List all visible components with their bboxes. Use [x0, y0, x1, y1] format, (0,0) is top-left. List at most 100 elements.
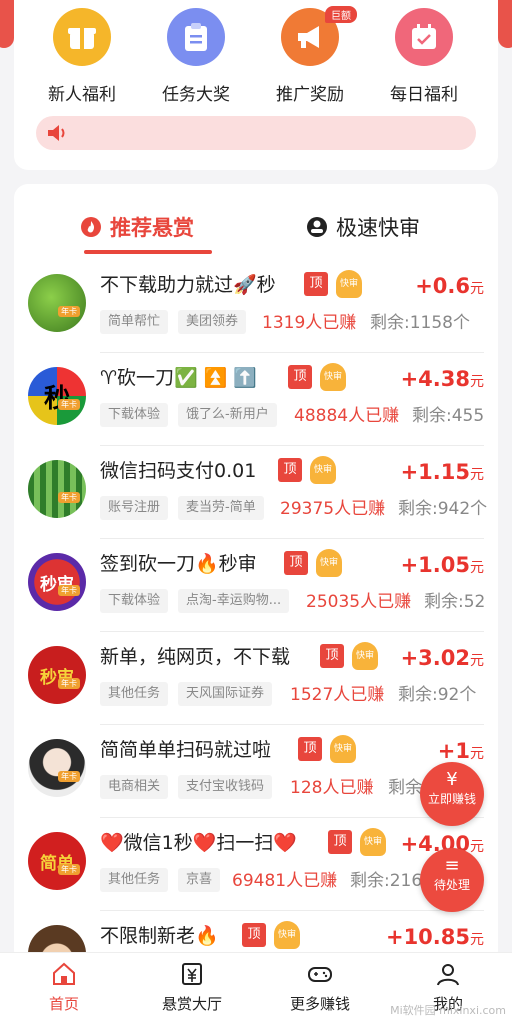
avatar-tag: 年卡	[58, 771, 80, 782]
task-tag: 京喜	[178, 868, 221, 892]
list-icon: ≡	[444, 855, 460, 876]
notice-bar[interactable]	[36, 116, 476, 150]
task-avatar	[28, 460, 86, 518]
pill-top-badge: 顶	[320, 644, 344, 668]
task-tag: 下载体验	[100, 403, 169, 427]
tab-label: 推荐悬赏	[110, 216, 194, 240]
task-row[interactable]: 秒审 年卡 新单，纯网页，不下载 顶 快审 +3.02元 其他任务 天风国际证券…	[14, 632, 498, 725]
tab-home[interactable]: 首页	[14, 961, 114, 1014]
task-tag: 天风国际证券	[178, 682, 273, 706]
pill-fast-review-badge: 快审	[320, 363, 346, 391]
gift-box-icon	[53, 8, 111, 66]
task-tag: 其他任务	[100, 868, 169, 892]
pill-fast-review-badge: 快审	[310, 456, 336, 484]
task-title: ♈砍一刀✅ ⏫ ⬆️	[100, 367, 258, 389]
quick-actions-card: 新人福利 任务大奖 巨额 推广奖励 每日福利	[14, 0, 498, 170]
task-price: +1.05元	[400, 553, 484, 577]
pill-top-badge: 顶	[288, 365, 312, 389]
task-remaining: 剩余:942个	[398, 499, 488, 519]
pill-fast-review-badge: 快审	[352, 642, 378, 670]
task-price: +10.85元	[385, 925, 484, 949]
quick-action-task-prize[interactable]: 任务大奖	[146, 8, 246, 105]
task-title: 微信扫码支付0.01	[100, 460, 257, 482]
task-tag: 麦当劳-简单	[178, 496, 264, 520]
task-row[interactable]: 年卡 微信扫码支付0.01 顶 快审 +1.15元 账号注册 麦当劳-简单 29…	[14, 446, 498, 539]
task-tag: 电商相关	[100, 775, 169, 799]
task-earned: 1527人已赚	[290, 685, 385, 705]
task-earned: 1319人已赚	[262, 313, 357, 333]
task-tag: 支付宝收钱码	[178, 775, 273, 799]
avatar-tag: 年卡	[58, 399, 80, 410]
tab-fast-review[interactable]: 极速快审	[306, 212, 420, 242]
user-circle-icon	[307, 217, 327, 237]
tab-label: 首页	[48, 995, 79, 1013]
task-title: 签到砍一刀🔥秒审	[100, 553, 257, 575]
top-accent-right	[498, 0, 512, 48]
task-row[interactable]: 秒 年卡 ♈砍一刀✅ ⏫ ⬆️ 顶 快审 +4.38元 下载体验 饿了么-新用户…	[14, 353, 498, 446]
tab-label: 更多赚钱	[289, 995, 350, 1013]
task-price: +1元	[437, 739, 484, 763]
task-avatar: 秒审	[28, 553, 86, 611]
yen-icon: ¥	[446, 769, 458, 790]
clipboard-icon	[167, 8, 225, 66]
tab-recommended[interactable]: 推荐悬赏	[80, 212, 194, 242]
earn-now-button[interactable]: ¥ 立即赚钱	[420, 762, 484, 826]
task-row[interactable]: 年卡 不下载助力就过🚀秒 顶 快审 +0.6元 简单帮忙 美团领券 1319人已…	[14, 260, 498, 353]
pill-top-badge: 顶	[278, 458, 302, 482]
quick-action-label: 推广奖励	[276, 85, 344, 105]
gamepad-icon	[308, 967, 332, 982]
top-accent-left	[0, 0, 14, 48]
pill-top-badge: 顶	[298, 737, 322, 761]
task-avatar	[28, 739, 86, 797]
task-tag: 美团领券	[178, 310, 247, 334]
pill-fast-review-badge: 快审	[316, 549, 342, 577]
pill-top-badge: 顶	[284, 551, 308, 575]
task-avatar: 秒	[28, 367, 86, 425]
yen-doc-icon	[182, 963, 202, 985]
quick-action-badge: 巨额	[325, 6, 357, 23]
task-tag: 其他任务	[100, 682, 169, 706]
task-remaining: 剩余:1158个	[370, 313, 470, 333]
task-earned: 69481人已赚	[232, 871, 338, 891]
quick-action-newbie[interactable]: 新人福利	[32, 8, 132, 105]
pending-button[interactable]: ≡ 待处理	[420, 848, 484, 912]
user-icon	[437, 964, 459, 986]
task-title: ❤️微信1秒❤️扫一扫❤️	[100, 832, 298, 854]
task-avatar	[28, 274, 86, 332]
pill-fast-review-badge: 快审	[360, 828, 386, 856]
home-icon	[53, 962, 75, 985]
calendar-check-icon	[395, 8, 453, 66]
avatar-tag: 年卡	[58, 492, 80, 503]
task-row[interactable]: 秒审 年卡 签到砍一刀🔥秒审 顶 快审 +1.05元 下载体验 点淘-幸运购物.…	[14, 539, 498, 632]
task-tag: 饿了么-新用户	[178, 403, 277, 427]
quick-action-daily[interactable]: 每日福利	[374, 8, 474, 105]
pill-top-badge: 顶	[328, 830, 352, 854]
task-earned: 128人已赚	[290, 778, 374, 798]
pending-label: 待处理	[433, 878, 470, 892]
avatar-tag: 年卡	[58, 306, 80, 317]
quick-action-promotion[interactable]: 巨额 推广奖励	[260, 6, 360, 105]
task-title: 不限制新老🔥	[100, 925, 219, 947]
avatar-tag: 年卡	[58, 678, 80, 689]
avatar-tag: 年卡	[58, 585, 80, 596]
task-title: 不下载助力就过🚀秒	[100, 274, 276, 296]
pill-fast-review-badge: 快审	[330, 735, 356, 763]
task-avatar: 秒审	[28, 646, 86, 704]
task-tag: 点淘-幸运购物...	[178, 589, 290, 613]
task-remaining: 剩余:455	[412, 406, 485, 426]
task-title: 简简单单扫码就过啦	[100, 739, 272, 761]
tab-label: 悬赏大厅	[161, 995, 222, 1013]
pill-fast-review-badge: 快审	[336, 270, 362, 298]
task-price: +3.02元	[400, 646, 484, 670]
task-earned: 29375人已赚	[280, 499, 386, 519]
pill-fast-review-badge: 快审	[274, 921, 300, 949]
tab-underline	[84, 250, 212, 254]
quick-action-label: 任务大奖	[162, 85, 230, 105]
flame-icon	[81, 217, 101, 237]
task-remaining: 剩余:92个	[398, 685, 477, 705]
task-price: +1.15元	[400, 460, 484, 484]
task-tag: 账号注册	[100, 496, 169, 520]
megaphone-icon: 巨额	[281, 6, 357, 66]
tab-bounty-hall[interactable]: 悬赏大厅	[142, 961, 242, 1014]
tab-more-earn[interactable]: 更多赚钱	[270, 961, 370, 1014]
